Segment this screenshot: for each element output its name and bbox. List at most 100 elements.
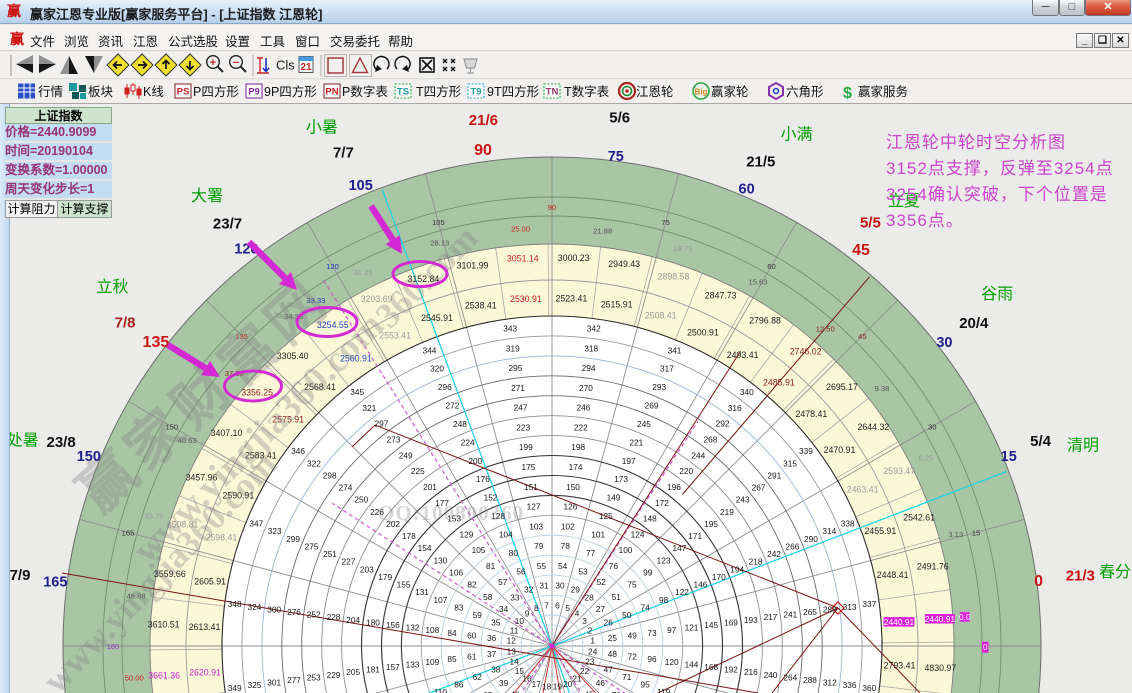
svg-text:131: 131 xyxy=(415,587,429,597)
svg-text:146: 146 xyxy=(693,580,707,590)
svg-text:2440.91: 2440.91 xyxy=(925,614,956,624)
svg-text:小暑: 小暑 xyxy=(306,119,338,137)
svg-text:293: 293 xyxy=(652,382,666,392)
svg-text:174: 174 xyxy=(569,462,583,472)
svg-text:13: 13 xyxy=(507,646,517,656)
svg-text:173: 173 xyxy=(614,474,628,484)
svg-text:198: 198 xyxy=(571,442,585,452)
svg-text:2470.91: 2470.91 xyxy=(824,445,856,455)
svg-text:95: 95 xyxy=(640,680,650,690)
svg-text:50: 50 xyxy=(622,610,632,620)
svg-text:18: 18 xyxy=(542,682,552,692)
svg-text:5: 5 xyxy=(565,603,570,613)
svg-text:83: 83 xyxy=(454,602,464,612)
svg-text:30: 30 xyxy=(555,581,565,591)
svg-text:3610.51: 3610.51 xyxy=(148,620,180,630)
svg-text:2695.17: 2695.17 xyxy=(826,382,858,392)
svg-text:六角形: 六角形 xyxy=(786,85,824,99)
svg-text:193: 193 xyxy=(744,615,758,625)
svg-text:P数字表: P数字表 xyxy=(342,84,388,99)
svg-text:江恩轮: 江恩轮 xyxy=(636,85,674,99)
svg-text:19: 19 xyxy=(553,682,563,692)
svg-text:343: 343 xyxy=(503,324,517,334)
svg-text:120: 120 xyxy=(665,657,679,667)
svg-text:49: 49 xyxy=(628,630,638,640)
svg-text:249: 249 xyxy=(399,450,413,460)
svg-text:246: 246 xyxy=(576,403,590,413)
svg-text:62: 62 xyxy=(473,672,483,682)
svg-text:216: 216 xyxy=(744,667,758,677)
svg-text:181: 181 xyxy=(366,665,380,675)
svg-text:150: 150 xyxy=(77,449,101,465)
svg-text:253: 253 xyxy=(307,672,321,682)
svg-text:2491.76: 2491.76 xyxy=(917,562,949,572)
svg-text:204: 204 xyxy=(346,615,360,625)
svg-text:289: 289 xyxy=(823,604,837,614)
svg-text:106: 106 xyxy=(449,568,463,578)
svg-text:124: 124 xyxy=(631,529,645,539)
svg-text:104: 104 xyxy=(499,529,513,539)
svg-text:47: 47 xyxy=(604,664,614,674)
svg-text:23: 23 xyxy=(585,657,595,667)
svg-text:82: 82 xyxy=(467,580,477,590)
svg-text:61: 61 xyxy=(467,652,477,662)
svg-text:45: 45 xyxy=(858,332,866,341)
svg-text:27: 27 xyxy=(596,604,606,614)
svg-text:316: 316 xyxy=(728,403,742,413)
svg-text:33: 33 xyxy=(510,593,520,603)
svg-text:6.25: 6.25 xyxy=(919,453,934,462)
svg-text:151: 151 xyxy=(524,482,538,492)
svg-text:344: 344 xyxy=(423,345,437,355)
svg-text:9.38: 9.38 xyxy=(875,384,890,393)
svg-text:175: 175 xyxy=(521,462,535,472)
svg-text:7: 7 xyxy=(544,600,549,610)
svg-text:195: 195 xyxy=(704,519,718,529)
svg-text:242: 242 xyxy=(767,549,781,559)
svg-text:135: 135 xyxy=(143,334,170,351)
svg-text:58: 58 xyxy=(483,592,493,602)
svg-text:150: 150 xyxy=(566,482,580,492)
svg-text:319: 319 xyxy=(506,343,520,353)
svg-text:288: 288 xyxy=(803,675,817,685)
svg-text:PN: PN xyxy=(325,87,338,98)
svg-text:110: 110 xyxy=(434,687,448,693)
svg-text:TN: TN xyxy=(546,87,559,98)
svg-text:2949.43: 2949.43 xyxy=(608,259,640,269)
svg-text:−: − xyxy=(233,57,239,69)
svg-text:+: + xyxy=(210,57,216,69)
svg-text:119: 119 xyxy=(657,687,671,693)
svg-text:2644.32: 2644.32 xyxy=(857,422,889,432)
svg-text:36: 36 xyxy=(487,633,497,643)
svg-text:270: 270 xyxy=(579,383,593,393)
svg-text:3254确认突破，下个位置是: 3254确认突破，下个位置是 xyxy=(886,185,1108,204)
svg-text:15: 15 xyxy=(1001,449,1017,465)
svg-text:18.75: 18.75 xyxy=(673,244,692,253)
svg-text:74: 74 xyxy=(640,602,650,612)
svg-text:132: 132 xyxy=(406,623,420,633)
svg-text:320: 320 xyxy=(430,364,444,374)
svg-text:156: 156 xyxy=(386,620,400,630)
svg-text:75: 75 xyxy=(661,218,669,227)
svg-text:5/4: 5/4 xyxy=(1030,433,1052,450)
svg-text:201: 201 xyxy=(423,482,437,492)
svg-text:107: 107 xyxy=(433,595,447,605)
svg-text:346: 346 xyxy=(291,446,305,456)
svg-text:105: 105 xyxy=(349,178,373,194)
svg-text:75: 75 xyxy=(608,149,624,165)
svg-text:29: 29 xyxy=(571,585,581,595)
svg-text:240: 240 xyxy=(764,670,778,680)
svg-text:3152点支撑，反弹至3254点: 3152点支撑，反弹至3254点 xyxy=(886,159,1114,178)
svg-text:35: 35 xyxy=(491,618,501,628)
svg-text:86: 86 xyxy=(454,680,464,690)
svg-text:120: 120 xyxy=(326,262,339,271)
svg-text:297: 297 xyxy=(374,419,388,429)
svg-text:2847.73: 2847.73 xyxy=(705,291,737,301)
svg-text:122: 122 xyxy=(675,587,689,597)
svg-text:275: 275 xyxy=(305,541,319,551)
svg-text:217: 217 xyxy=(764,612,778,622)
svg-text:273: 273 xyxy=(387,435,401,445)
svg-text:8: 8 xyxy=(534,603,539,613)
svg-text:76: 76 xyxy=(609,561,619,571)
svg-text:123: 123 xyxy=(657,555,671,565)
svg-text:赢家服务: 赢家服务 xyxy=(858,84,908,99)
